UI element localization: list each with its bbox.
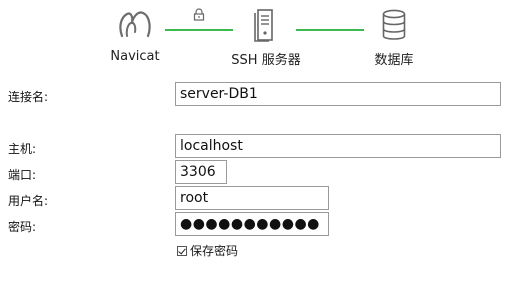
connection-name-input[interactable] [175,82,501,106]
server-icon [254,8,276,42]
username-input[interactable] [175,186,329,210]
lock-icon [193,8,205,21]
connection-name-label: 连接名: [8,90,49,104]
host-label: 主机: [8,142,37,156]
connection-line-ssh [165,29,233,31]
save-password-checkbox[interactable] [177,245,187,256]
save-password-label: 保存密码 [190,244,239,258]
save-password-option[interactable]: 保存密码 [177,242,238,259]
database-icon [381,9,407,41]
diagram-label-database: 数据库 [374,53,414,68]
navicat-logo-icon [117,8,153,40]
port-label: 端口: [8,168,37,182]
password-input[interactable] [175,212,329,236]
password-label: 密码: [8,220,37,234]
port-input[interactable] [175,160,227,184]
host-input[interactable] [175,134,501,158]
username-label: 用户名: [8,194,49,208]
connection-line-db [296,29,364,31]
diagram-label-navicat: Navicat [110,49,160,64]
diagram-label-ssh-server: SSH 服务器 [231,53,301,68]
